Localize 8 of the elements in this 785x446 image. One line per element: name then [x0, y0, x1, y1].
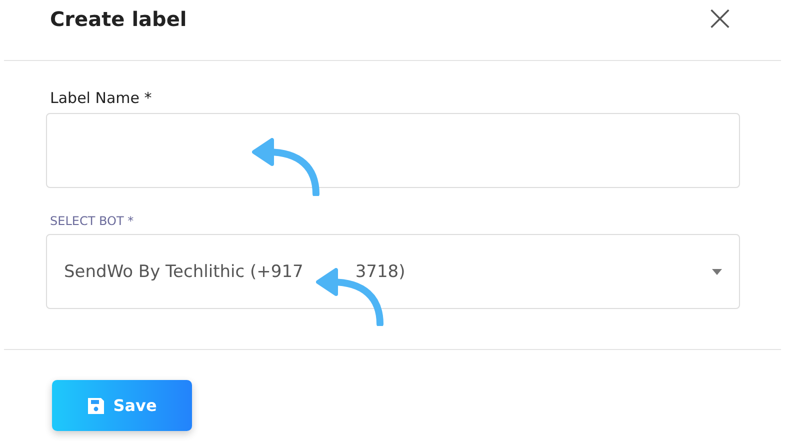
curved-arrow	[252, 138, 322, 196]
caret-icon	[712, 268, 722, 274]
input-field[interactable]	[46, 113, 740, 188]
select-field[interactable]: SendWo By Techlithic (+917 3718)	[46, 234, 740, 309]
field-label: SELECT BOT *	[50, 214, 135, 228]
close-button[interactable]: ×	[704, 1, 735, 37]
field-label: Label Name *	[50, 89, 153, 107]
dialog-title: Create label	[50, 7, 187, 31]
